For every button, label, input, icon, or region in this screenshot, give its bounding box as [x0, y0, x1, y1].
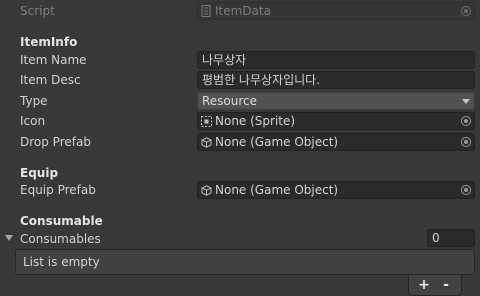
item-desc-row: Item Desc 평범한 나무상자입니다.	[0, 70, 480, 90]
type-row: Type Resource	[0, 91, 480, 111]
object-picker-icon[interactable]	[461, 6, 471, 16]
equip-prefab-row: Equip Prefab None (Game Object)	[0, 180, 480, 200]
script-label: Script	[20, 4, 55, 18]
script-icon	[201, 5, 211, 17]
sprite-icon	[201, 116, 212, 127]
foldout-arrow-icon[interactable]	[5, 235, 13, 241]
icon-label: Icon	[20, 114, 46, 128]
icon-object-field[interactable]: None (Sprite)	[197, 112, 475, 130]
type-dropdown[interactable]: Resource	[197, 92, 475, 110]
equip-prefab-object-field[interactable]: None (Game Object)	[197, 181, 475, 199]
object-picker-icon[interactable]	[461, 185, 471, 195]
icon-row: Icon None (Sprite)	[0, 111, 480, 131]
list-empty-text: List is empty	[23, 255, 100, 269]
drop-prefab-label: Drop Prefab	[20, 135, 91, 149]
script-field[interactable]: ItemData	[197, 2, 475, 20]
type-value: Resource	[202, 94, 258, 108]
type-label: Type	[20, 94, 48, 108]
game-object-icon	[201, 137, 212, 148]
drop-prefab-value: None (Game Object)	[215, 135, 339, 149]
remove-element-button[interactable]: -	[435, 275, 457, 295]
object-picker-icon[interactable]	[461, 116, 471, 126]
item-name-input[interactable]: 나무상자	[197, 51, 475, 69]
icon-value: None (Sprite)	[215, 114, 296, 128]
consumables-label[interactable]: Consumables	[20, 232, 101, 246]
add-element-button[interactable]: +	[413, 275, 435, 295]
equip-prefab-label: Equip Prefab	[20, 183, 96, 197]
section-header-equip: Equip	[20, 166, 59, 180]
item-name-row: Item Name 나무상자	[0, 50, 480, 70]
section-header-consumable: Consumable	[20, 214, 103, 228]
object-picker-icon[interactable]	[461, 137, 471, 147]
item-name-label: Item Name	[20, 53, 87, 67]
script-row: Script ItemData	[0, 1, 480, 21]
item-desc-label: Item Desc	[20, 73, 81, 87]
consumables-size-input[interactable]: 0	[427, 229, 475, 247]
drop-prefab-row: Drop Prefab None (Game Object)	[0, 132, 480, 152]
drop-prefab-object-field[interactable]: None (Game Object)	[197, 133, 475, 151]
script-value: ItemData	[215, 4, 271, 18]
list-footer: + -	[408, 275, 462, 296]
consumables-list: List is empty	[15, 249, 475, 275]
equip-prefab-value: None (Game Object)	[215, 183, 339, 197]
item-desc-input[interactable]: 평범한 나무상자입니다.	[197, 71, 475, 89]
dropdown-caret-icon	[462, 99, 470, 104]
section-header-iteminfo: ItemInfo	[20, 35, 78, 49]
game-object-icon	[201, 185, 212, 196]
